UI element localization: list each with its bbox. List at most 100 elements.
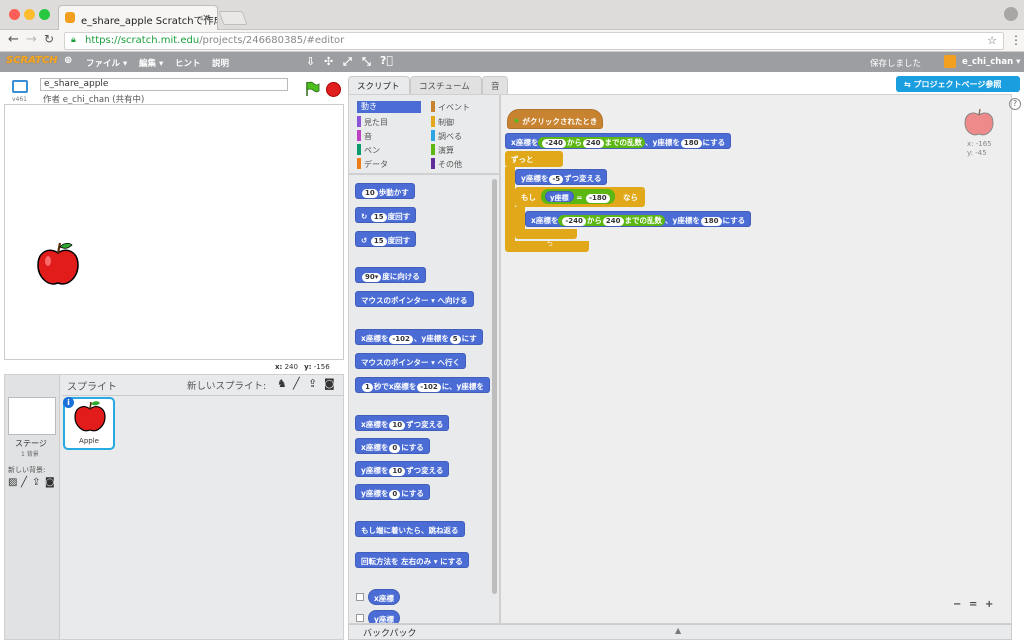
- block-goto-random-inner[interactable]: x座標を -240 から 240 までの乱数 、y座標を 180 にする: [525, 211, 752, 227]
- change-x-input[interactable]: 10: [389, 421, 406, 430]
- category-motion[interactable]: 動き: [357, 101, 421, 113]
- equals-condition[interactable]: y座標 = -180: [541, 189, 615, 204]
- zoom-out-icon[interactable]: −: [953, 599, 961, 610]
- bookmark-star-icon[interactable]: ☆: [987, 34, 997, 47]
- backpack-bar[interactable]: バックパック ▲: [348, 624, 1012, 640]
- palette-scrollbar[interactable]: [492, 179, 497, 594]
- help-icon[interactable]: ?: [1009, 98, 1021, 110]
- help-tool-icon[interactable]: ?⃝: [380, 54, 393, 67]
- forward-icon[interactable]: →: [26, 32, 37, 47]
- block-goto-xy[interactable]: x座標を -102 、y座標を 5 にす: [355, 329, 483, 345]
- tab-costumes[interactable]: コスチューム: [410, 76, 482, 94]
- category-control[interactable]: 制御: [427, 116, 454, 128]
- paint-backdrop-icon[interactable]: ╱: [21, 477, 27, 488]
- upload-backdrop-icon[interactable]: ⇪: [32, 477, 40, 488]
- close-tab-icon[interactable]: ×: [202, 11, 211, 24]
- category-pen[interactable]: ペン: [353, 144, 380, 156]
- presentation-mode-icon[interactable]: [12, 80, 28, 93]
- tab-scripts[interactable]: スクリプト: [348, 76, 410, 94]
- random-to-input[interactable]: 240: [602, 217, 624, 226]
- block-x-position[interactable]: x座標: [368, 589, 400, 605]
- block-change-y[interactable]: y座標を 10 ずつ変える: [355, 461, 450, 477]
- zoom-in-icon[interactable]: +: [985, 599, 993, 610]
- tab-sounds[interactable]: 音: [482, 76, 508, 94]
- green-flag-icon[interactable]: [304, 81, 320, 97]
- glide-secs-input[interactable]: 1: [362, 383, 373, 392]
- profile-icon[interactable]: [1004, 7, 1018, 21]
- random-from-input[interactable]: -240: [562, 217, 586, 226]
- paint-sprite-icon[interactable]: ╱: [293, 377, 300, 390]
- y-position-reporter[interactable]: y座標: [545, 191, 574, 202]
- expand-arrow-icon[interactable]: ▲: [675, 626, 681, 635]
- block-rotation-style[interactable]: 回転方法を 左右のみ ▾ にする: [355, 552, 469, 568]
- duplicate-tool-icon[interactable]: ⇩: [306, 55, 315, 68]
- camera-sprite-icon[interactable]: ◙: [324, 377, 335, 390]
- change-y-input[interactable]: 10: [389, 467, 406, 476]
- goto-x-input[interactable]: -102: [389, 335, 413, 344]
- goto-y-input[interactable]: 5: [449, 335, 461, 344]
- script-area[interactable]: ⚑ がクリックされたとき x座標を -240 から 240 までの乱数 、y座標を 180 に…: [500, 94, 1012, 624]
- scratch-logo[interactable]: SCRATCH: [6, 55, 58, 66]
- sprite-library-icon[interactable]: ♞: [277, 377, 287, 390]
- category-events[interactable]: イベント: [427, 101, 470, 113]
- reload-icon[interactable]: ↻: [44, 32, 54, 46]
- menu-tips[interactable]: ヒント: [175, 57, 201, 69]
- block-point-direction[interactable]: 90▾ 度に向ける: [355, 267, 426, 283]
- random-from-input[interactable]: -240: [542, 139, 566, 148]
- block-set-y[interactable]: y座標を 0 にする: [355, 484, 430, 500]
- goto-target-dropdown[interactable]: マウスのポインター ▾: [361, 358, 435, 367]
- camera-backdrop-icon[interactable]: ◙: [45, 477, 55, 488]
- menu-edit[interactable]: 編集 ▾: [139, 57, 163, 69]
- set-x-input[interactable]: 0: [389, 444, 401, 453]
- new-tab-button[interactable]: [218, 11, 248, 25]
- sprite-tile-apple[interactable]: i Apple: [63, 397, 115, 450]
- block-move-steps[interactable]: 10 歩動かす: [355, 183, 415, 199]
- turn-right-input[interactable]: 15: [370, 213, 387, 222]
- change-y-input[interactable]: -5: [549, 175, 564, 184]
- block-turn-right[interactable]: ↻ 15 度回す: [355, 207, 417, 223]
- grow-tool-icon[interactable]: ⤢: [343, 55, 352, 69]
- zoom-reset-icon[interactable]: =: [969, 599, 977, 610]
- category-sound[interactable]: 音: [353, 130, 372, 142]
- close-window-button[interactable]: [9, 9, 20, 20]
- url-field[interactable]: 🔒︎ https://scratch.mit.edu/projects/2466…: [64, 32, 1004, 50]
- block-when-flag-clicked[interactable]: ⚑ がクリックされたとき: [507, 109, 604, 129]
- globe-icon[interactable]: ⊕: [64, 55, 72, 66]
- block-goto-target[interactable]: マウスのポインター ▾ へ行く: [355, 353, 467, 369]
- apple-sprite-on-stage[interactable]: [34, 241, 82, 289]
- goto-y-input[interactable]: 180: [680, 139, 702, 148]
- block-goto-random[interactable]: x座標を -240 から 240 までの乱数 、y座標を 180 にする: [505, 133, 732, 149]
- point-towards-dropdown[interactable]: マウスのポインター ▾: [361, 296, 435, 305]
- block-change-y[interactable]: y座標を -5 ずつ変える: [515, 169, 608, 185]
- category-sensing[interactable]: 調べる: [427, 130, 462, 142]
- cut-tool-icon[interactable]: ✣: [324, 55, 333, 68]
- goto-y-input[interactable]: 180: [700, 217, 722, 226]
- user-menu[interactable]: e_chi_chan ▾: [962, 57, 1020, 67]
- move-steps-input[interactable]: 10: [362, 189, 378, 198]
- minimize-window-button[interactable]: [24, 9, 35, 20]
- rotation-style-dropdown[interactable]: 左右のみ ▾: [401, 557, 437, 566]
- menu-file[interactable]: ファイル ▾: [86, 57, 127, 69]
- block-point-towards[interactable]: マウスのポインター ▾ へ向ける: [355, 291, 474, 307]
- set-y-input[interactable]: 0: [389, 490, 401, 499]
- category-data[interactable]: データ: [353, 158, 388, 170]
- browser-menu-icon[interactable]: ⋮: [1010, 33, 1022, 47]
- stage-canvas[interactable]: [4, 104, 344, 360]
- block-glide[interactable]: 1 秒でx座標を -102 に、y座標を: [355, 377, 490, 393]
- turn-left-input[interactable]: 15: [370, 237, 387, 246]
- browser-tab[interactable]: e_share_apple Scratchで作成 ×: [58, 5, 218, 30]
- shrink-tool-icon[interactable]: ⤡: [362, 55, 371, 69]
- compare-value-input[interactable]: -180: [586, 194, 610, 203]
- backdrop-library-icon[interactable]: ▨: [8, 477, 17, 488]
- checkbox-y-position[interactable]: [356, 614, 364, 622]
- category-more[interactable]: その他: [427, 158, 462, 170]
- block-bounce[interactable]: もし端に着いたら、跳ね返る: [355, 521, 465, 537]
- see-project-page-button[interactable]: ⇆ プロジェクトページ参照: [896, 76, 1020, 92]
- back-icon[interactable]: ←: [8, 32, 19, 47]
- category-operators[interactable]: 演算: [427, 144, 454, 156]
- menu-about[interactable]: 説明: [212, 57, 229, 69]
- checkbox-x-position[interactable]: [356, 593, 364, 601]
- block-set-x[interactable]: x座標を 0 にする: [355, 438, 430, 454]
- upload-sprite-icon[interactable]: ⇪: [308, 377, 317, 390]
- project-title-field[interactable]: e_share_apple: [40, 78, 288, 91]
